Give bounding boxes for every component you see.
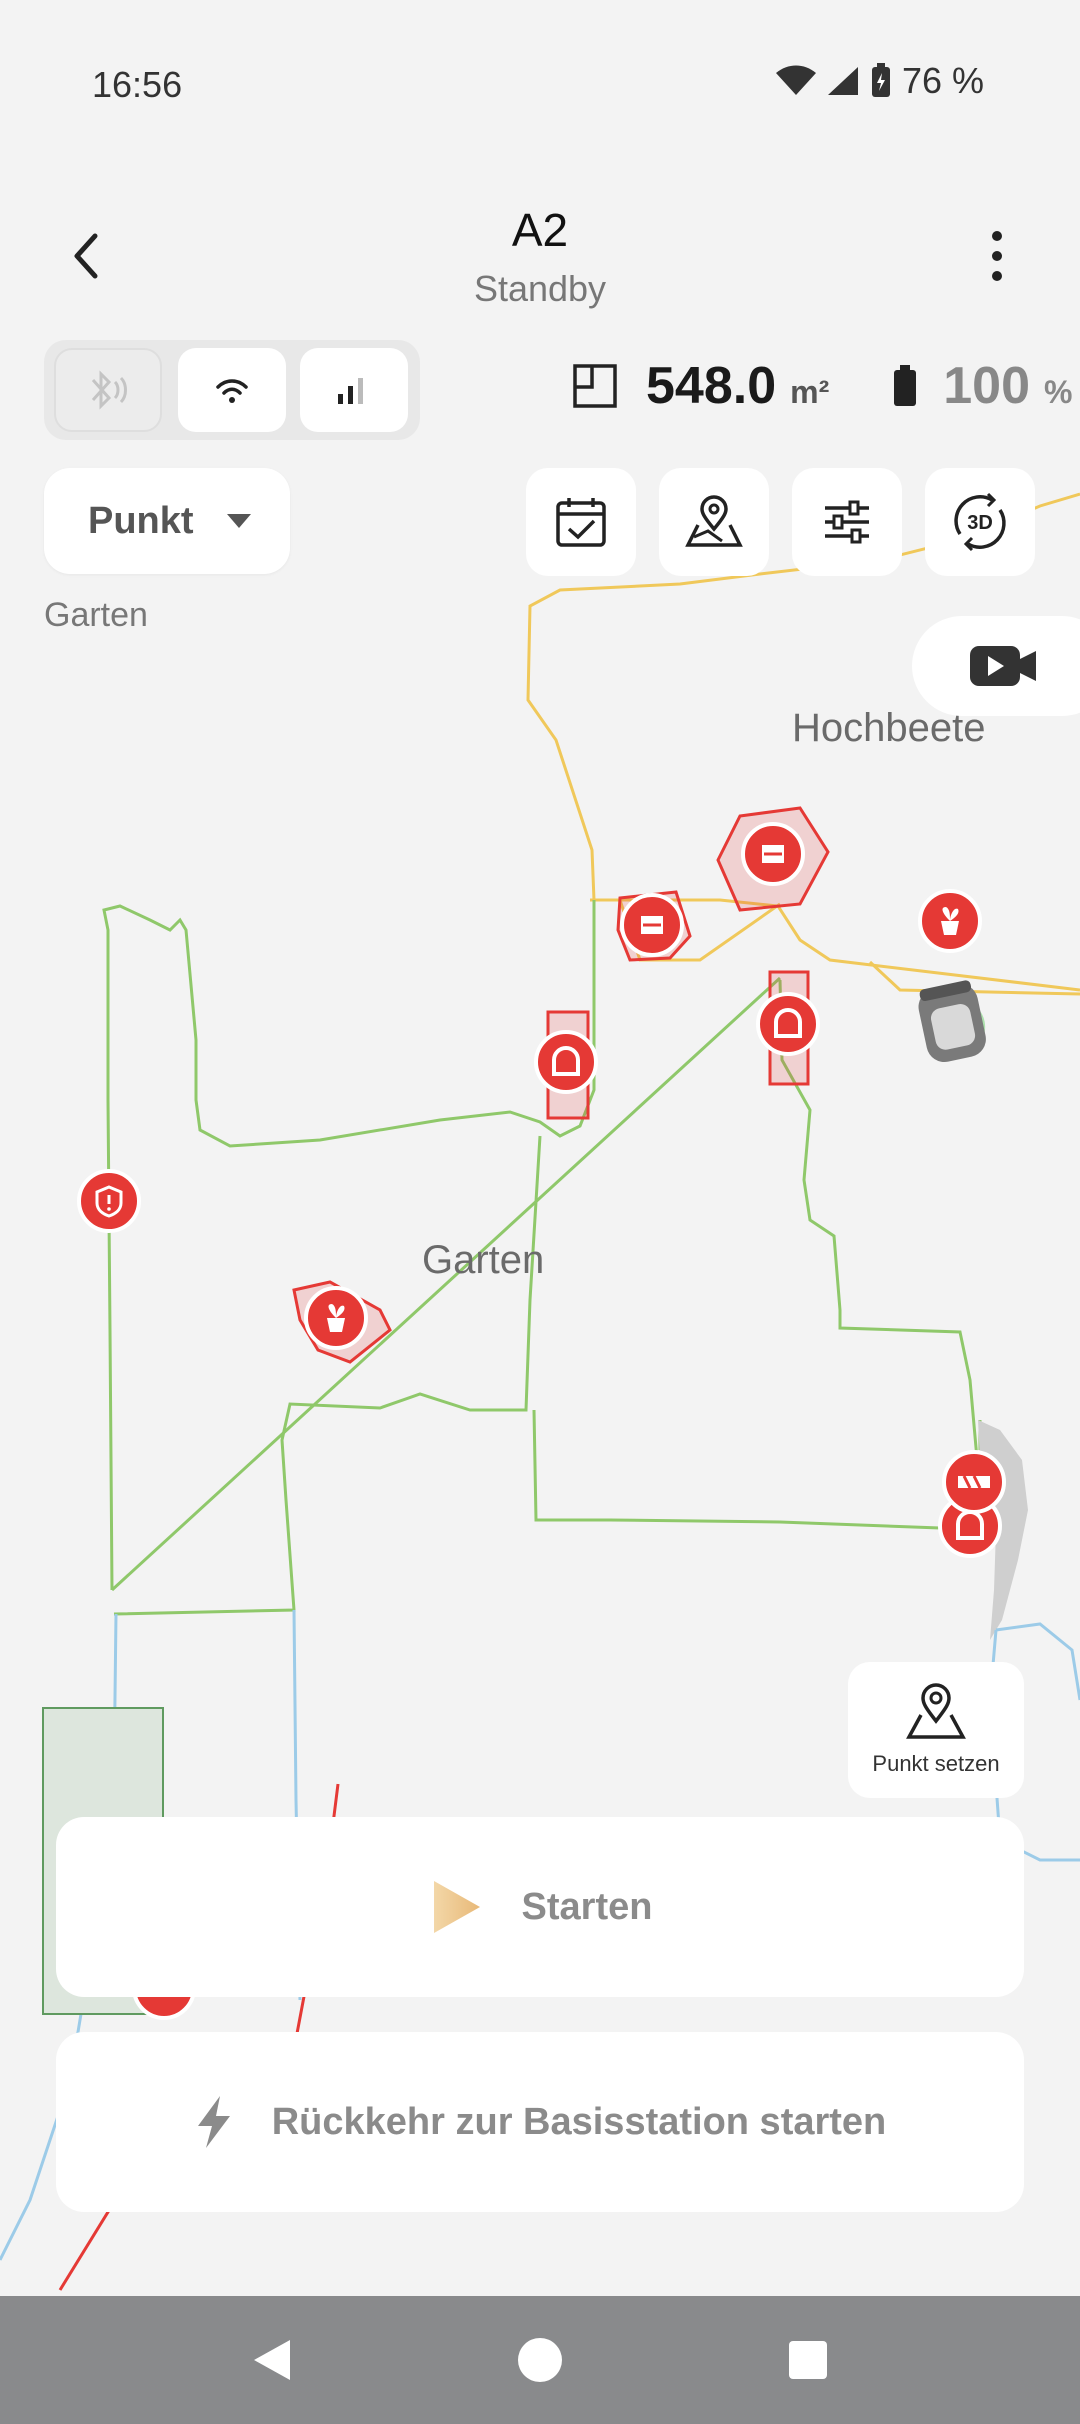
marker-obstacle xyxy=(620,893,684,957)
marker-barrier xyxy=(942,1450,1006,1514)
mode-dropdown-value: Punkt xyxy=(88,499,194,542)
cellular-button[interactable] xyxy=(300,348,408,432)
area-icon xyxy=(573,364,617,408)
schedule-button[interactable] xyxy=(526,468,636,576)
video-button[interactable] xyxy=(912,616,1080,716)
bluetooth-icon xyxy=(91,370,127,410)
sliders-icon xyxy=(825,500,869,544)
settings-button[interactable] xyxy=(792,468,902,576)
marker-obstacle xyxy=(741,822,805,886)
rotate-3d-icon: 3D xyxy=(954,492,1006,552)
area-value: 548.0 xyxy=(646,357,777,415)
nav-home-icon xyxy=(518,2338,562,2382)
map-pin-icon xyxy=(685,495,743,547)
start-button[interactable]: Starten xyxy=(56,1817,1024,1997)
nav-recents-icon xyxy=(789,2341,827,2379)
nav-recents-button[interactable] xyxy=(768,2320,848,2400)
battery-unit: % xyxy=(1044,373,1073,410)
nav-home-button[interactable] xyxy=(500,2320,580,2400)
area-unit: m² xyxy=(790,373,830,410)
return-to-base-button[interactable]: Rückkehr zur Basisstation starten xyxy=(56,2032,1024,2212)
marker-tunnel xyxy=(756,992,820,1056)
video-camera-icon xyxy=(970,646,1036,686)
battery-value: 100 xyxy=(943,357,1031,415)
stats-area: 548.0 m² 100% xyxy=(572,356,1072,416)
label-3d: 3D xyxy=(967,512,993,534)
nav-back-button[interactable] xyxy=(232,2320,312,2400)
marker-shield xyxy=(77,1169,141,1233)
wifi-icon xyxy=(775,65,816,95)
return-label: Rückkehr zur Basisstation starten xyxy=(271,2100,887,2143)
calendar-check-icon xyxy=(556,498,606,547)
status-icons: 76 % xyxy=(775,60,984,102)
set-point-button[interactable]: Punkt setzen xyxy=(848,1662,1024,1798)
status-time: 16:56 xyxy=(92,64,183,105)
marker-plant xyxy=(304,1286,368,1350)
connectivity-group xyxy=(44,340,420,440)
set-point-label: Punkt setzen xyxy=(872,1751,1000,1776)
lightning-icon xyxy=(197,2096,230,2148)
system-navbar xyxy=(0,2296,1080,2424)
cell-signal-icon xyxy=(827,67,858,95)
play-icon xyxy=(433,1881,480,1933)
zone-caption: Garten xyxy=(44,596,148,634)
caret-down-icon xyxy=(227,514,251,528)
cellular-signal-icon xyxy=(338,378,363,404)
page-title: A2 xyxy=(511,204,569,256)
map-label-garten: Garten xyxy=(422,1238,545,1282)
more-options-button[interactable] xyxy=(972,226,1022,286)
start-label: Starten xyxy=(521,1885,653,1928)
device-status: Standby xyxy=(473,268,607,309)
marker-plant xyxy=(918,889,982,953)
marker-tunnel xyxy=(534,1030,598,1094)
nav-back-icon xyxy=(254,2340,290,2380)
more-vertical-icon xyxy=(992,231,1002,281)
map-pin-icon xyxy=(906,1683,966,1739)
battery-icon xyxy=(894,365,917,406)
wifi-icon xyxy=(216,379,248,403)
battery-percent: 76 % xyxy=(901,60,984,101)
map-edit-button[interactable] xyxy=(659,468,769,576)
bluetooth-button[interactable] xyxy=(54,348,162,432)
view-3d-button[interactable]: 3D xyxy=(925,468,1035,576)
mode-dropdown[interactable]: Punkt xyxy=(44,468,290,574)
wifi-button[interactable] xyxy=(178,348,286,432)
battery-charging-icon xyxy=(871,63,890,97)
